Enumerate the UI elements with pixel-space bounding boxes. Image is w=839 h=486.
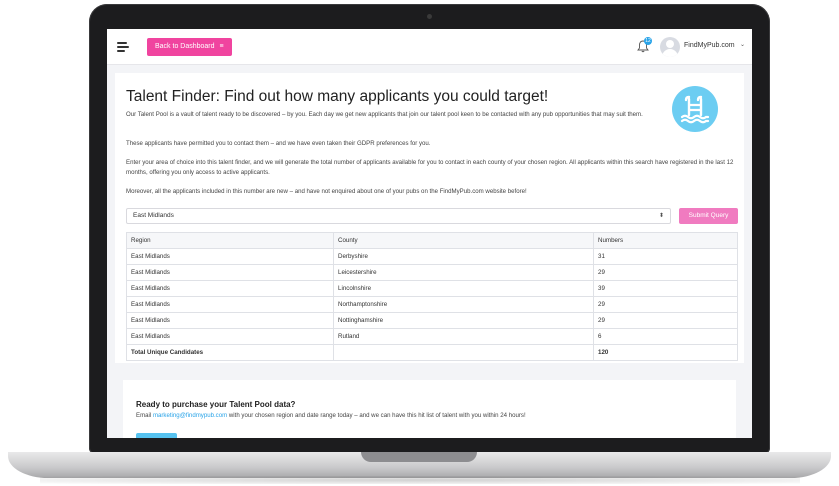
county-cell: Rutland	[333, 328, 594, 345]
intro-paragraph: Our Talent Pool is a vault of talent rea…	[126, 111, 643, 118]
page-title: Talent Finder: Find out how many applica…	[126, 88, 549, 105]
region-cell: East Midlands	[126, 248, 334, 265]
region-cell: East Midlands	[126, 296, 334, 313]
number-cell: 6	[593, 328, 738, 345]
top-bar: Back to Dashboard ≡ 12 FindMyPub.com ⌄	[107, 29, 752, 65]
instructions-paragraph: Enter your area of choice into this tale…	[126, 159, 734, 176]
laptop-base-notch	[361, 452, 477, 462]
column-header-numbers: Numbers	[593, 232, 738, 249]
contact-button[interactable]	[136, 433, 177, 438]
purchase-title: Ready to purchase your Talent Pool data?	[136, 400, 296, 409]
region-cell: East Midlands	[126, 264, 334, 281]
back-to-dashboard-label: Back to Dashboard	[155, 43, 215, 50]
region-select-value: East Midlands	[133, 212, 174, 219]
total-value-cell: 120	[593, 344, 738, 361]
region-select[interactable]: East Midlands ⬍	[126, 208, 671, 224]
gdpr-paragraph: These applicants have permitted you to c…	[126, 140, 431, 147]
purchase-text: Email marketing@findmypub.com with your …	[136, 412, 526, 419]
county-cell: Leicestershire	[333, 264, 594, 281]
talent-finder-card: Talent Finder: Find out how many applica…	[115, 73, 744, 363]
county-cell: Nottinghamshire	[333, 312, 594, 329]
results-table: Region County Numbers East Midlands Derb…	[126, 232, 738, 361]
number-cell: 29	[593, 264, 738, 281]
notification-badge: 12	[644, 37, 652, 45]
avatar[interactable]	[660, 37, 680, 57]
camera-dot	[427, 14, 432, 19]
total-empty-cell	[333, 344, 594, 361]
back-to-dashboard-button[interactable]: Back to Dashboard ≡	[147, 38, 232, 56]
email-link[interactable]: marketing@findmypub.com	[153, 412, 227, 419]
table-header-row: Region County Numbers	[126, 232, 738, 249]
table-row: East Midlands Lincolnshire 39	[126, 280, 738, 297]
region-cell: East Midlands	[126, 312, 334, 329]
number-cell: 31	[593, 248, 738, 265]
county-cell: Lincolnshire	[333, 280, 594, 297]
menu-toggle-icon[interactable]	[117, 42, 129, 52]
column-header-region: Region	[126, 232, 334, 249]
table-row: East Midlands Leicestershire 29	[126, 264, 738, 281]
total-row: Total Unique Candidates 120	[126, 344, 738, 361]
table-row: East Midlands Northamptonshire 29	[126, 296, 738, 313]
county-cell: Northamptonshire	[333, 296, 594, 313]
laptop-shadow	[40, 476, 800, 484]
number-cell: 29	[593, 312, 738, 329]
purchase-card: Ready to purchase your Talent Pool data?…	[123, 380, 736, 438]
pool-logo-icon	[672, 86, 718, 132]
submit-query-button[interactable]: Submit Query	[679, 208, 738, 224]
chevron-down-icon[interactable]: ⌄	[740, 41, 745, 48]
table-row: East Midlands Rutland 6	[126, 328, 738, 345]
table-row: East Midlands Nottinghamshire 29	[126, 312, 738, 329]
number-cell: 29	[593, 296, 738, 313]
region-cell: East Midlands	[126, 280, 334, 297]
user-name[interactable]: FindMyPub.com	[684, 42, 735, 49]
select-arrows-icon: ⬍	[658, 213, 664, 219]
app-screen: Back to Dashboard ≡ 12 FindMyPub.com ⌄ Ta…	[107, 29, 752, 438]
table-row: East Midlands Derbyshire 31	[126, 248, 738, 265]
list-icon: ≡	[219, 43, 224, 50]
new-applicants-paragraph: Moreover, all the applicants included in…	[126, 188, 527, 195]
total-label-cell: Total Unique Candidates	[126, 344, 334, 361]
purchase-text-before: Email	[136, 412, 153, 419]
column-header-county: County	[333, 232, 594, 249]
region-cell: East Midlands	[126, 328, 334, 345]
number-cell: 39	[593, 280, 738, 297]
county-cell: Derbyshire	[333, 248, 594, 265]
purchase-text-after: with your chosen region and date range t…	[227, 412, 526, 419]
